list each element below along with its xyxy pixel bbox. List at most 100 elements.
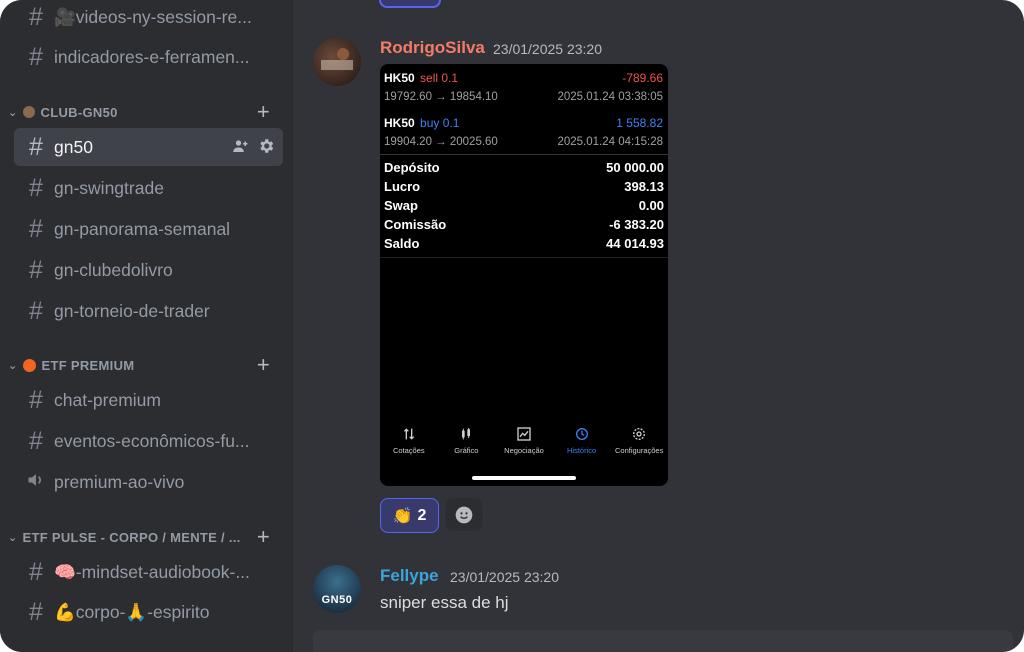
summary-row: Swap 0.00 [384,198,664,213]
candles-icon [462,428,471,440]
channel-label: 🎥videos-ny-session-re... [54,6,252,27]
category-etf-premium[interactable]: ⌄ ETF PREMIUM + [8,352,280,378]
hash-icon: # [29,597,43,626]
category-label: CLUB-GN50 [40,104,118,120]
trade-pnl: -789.66 [622,71,663,85]
message-composer[interactable] [313,630,1013,652]
tab-configuracoes[interactable]: Configurações [611,426,667,455]
channel-gn-torneio-de-trader[interactable]: # gn-torneio-de-trader [14,292,283,330]
message-author[interactable]: RodrigoSilva [380,38,485,58]
channel-label: premium-ao-vivo [54,471,185,492]
divider [380,257,668,258]
channel-gn-swingtrade[interactable]: # gn-swingtrade [14,169,283,207]
message-timestamp: 23/01/2025 23:20 [450,569,559,585]
channel-label: gn-panorama-semanal [54,218,231,239]
speaker-icon [23,470,49,495]
summary-row: Saldo 44 014.93 [384,236,664,251]
channel-label: eventos-econômicos-fu... [54,430,250,451]
add-channel-plus-icon[interactable]: + [257,524,270,550]
avatar-logo-text: GN50 [321,594,353,606]
chart-line-icon [517,427,531,441]
tab-historico[interactable]: Histórico [554,426,610,455]
category-etf-pulse[interactable]: ⌄ ETF PULSE - CORPO / MENTE / ... + [8,524,280,550]
hash-icon: # [29,2,43,31]
discord-window: # 🎥videos-ny-session-re... # indicadores… [0,0,1024,652]
summary-row: Lucro 398.13 [384,179,664,194]
gear-icon[interactable] [257,137,275,160]
message-text: sniper essa de hj [380,593,509,612]
hash-thread-icon: # [29,385,43,414]
arrows-updown-icon [403,428,414,440]
channel-gn50[interactable]: # gn50 [14,128,283,166]
channel-label: gn-torneio-de-trader [54,300,210,321]
trade-pnl: 1 558.82 [616,116,663,130]
channel-label: gn50 [54,136,93,157]
channel-label: indicadores-e-ferramen... [54,46,250,67]
trade-time: 2025.01.24 04:15:28 [557,136,663,148]
channel-corpo-espirito[interactable]: # 💪corpo-🙏-espirito [14,593,283,631]
summary-row: Depósito 50 000.00 [384,160,664,175]
orange-circle-icon [22,358,36,372]
channel-eventos-economicos[interactable]: # eventos-econômicos-fu... [14,422,283,460]
hash-thread-icon: # [29,214,43,243]
hash-thread-icon: # [29,173,43,202]
channel-sidebar: # 🎥videos-ny-session-re... # indicadores… [0,0,293,652]
trade-row: HK50 sell 0.1 -789.66 [384,71,664,85]
trade-symbol: HK50 [384,116,415,130]
hash-thread-icon: # [29,255,43,284]
avatar[interactable] [313,38,361,86]
channel-premium-ao-vivo[interactable]: premium-ao-vivo [14,463,283,501]
club-avatar-icon [22,106,35,118]
message-timestamp: 23/01/2025 23:20 [493,41,602,57]
add-reaction-button[interactable] [445,498,483,531]
trade-prices: 19904.20 → 20025.60 [384,136,498,148]
channel-gn-clubedolivro[interactable]: # gn-clubedolivro [14,251,283,289]
app-tab-bar: Cotações Gráfico Negociação Histórico Co… [380,426,668,455]
trade-row: HK50 buy 0.1 1 558.82 [384,116,664,130]
chevron-down-icon: ⌄ [8,106,18,119]
tab-grafico[interactable]: Gráfico [438,426,494,455]
tab-cotacoes[interactable]: Cotações [381,426,437,455]
reaction-clap[interactable]: 👏 2 [380,498,439,533]
clapping-hands-icon: 👏 [392,507,413,525]
chat-area: RodrigoSilva 23/01/2025 23:20 HK50 sell … [293,0,1024,652]
channel-label: gn-swingtrade [54,177,164,198]
tab-negociacao[interactable]: Negociação [496,426,552,455]
invite-members-icon[interactable] [231,137,249,160]
chevron-down-icon: ⌄ [8,359,18,372]
channel-label: chat-premium [54,389,161,410]
hash-thread-icon: # [29,132,43,161]
channel-chat-premium[interactable]: # chat-premium [14,381,283,419]
channel-indicadores[interactable]: # indicadores-e-ferramen... [14,38,283,76]
channel-label: 💪corpo-🙏-espirito [54,601,210,622]
add-channel-plus-icon[interactable]: + [257,99,270,125]
channel-videos-ny-session[interactable]: # 🎥videos-ny-session-re... [14,0,283,36]
category-label: ETF PULSE - CORPO / MENTE / ... [22,529,241,545]
trade-prices: 19792.60 → 19854.10 [384,91,498,103]
category-club-gn50[interactable]: ⌄ CLUB-GN50 + [8,99,280,125]
channel-mindset-audiobook[interactable]: # 🧠-mindset-audiobook-... [14,553,283,591]
hash-thread-icon: # [29,296,43,325]
channel-gn-panorama-semanal[interactable]: # gn-panorama-semanal [14,210,283,248]
home-indicator [472,476,576,480]
reaction-count: 2 [417,506,427,524]
account-summary: Depósito 50 000.00 Lucro 398.13 Swap 0.00 C… [384,160,664,255]
summary-row: Comissão -6 383.20 [384,217,664,232]
add-channel-plus-icon[interactable]: + [257,352,270,378]
smiley-icon [455,506,473,523]
divider [380,154,668,155]
trade-detail: 19792.60 → 19854.10 2025.01.24 03:38:05 [384,91,664,103]
trade-side: buy 0.1 [420,116,460,130]
previous-reaction-button[interactable] [379,0,441,8]
gear-icon [633,428,646,440]
trade-side: sell 0.1 [420,71,459,85]
trade-history-screenshot[interactable]: HK50 sell 0.1 -789.66 19792.60 → 19854.1… [380,64,668,486]
history-icon [575,428,588,440]
hash-thread-icon: # [29,426,43,455]
hash-icon: # [29,42,43,71]
channel-label: gn-clubedolivro [54,259,173,280]
trade-detail: 19904.20 → 20025.60 2025.01.24 04:15:28 [384,136,664,148]
message-author[interactable]: Fellype [380,566,439,586]
category-label: ETF PREMIUM [41,357,135,373]
avatar[interactable]: GN50 [313,565,361,613]
